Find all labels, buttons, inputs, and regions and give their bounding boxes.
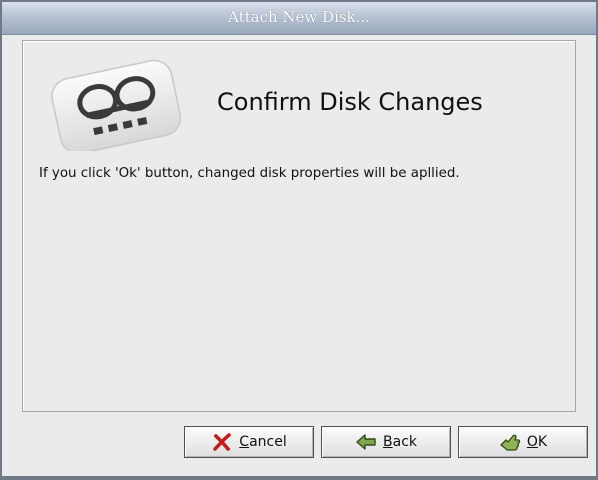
dialog-window: Attach New Disk... Confirm Disk Changes … — [0, 0, 598, 480]
cancel-label-rest: ancel — [249, 434, 287, 450]
ok-mnemonic: O — [526, 434, 538, 450]
content-panel: Confirm Disk Changes If you click 'Ok' b… — [22, 40, 576, 412]
cancel-x-icon — [211, 431, 233, 453]
ok-button[interactable]: OK — [458, 426, 588, 458]
ok-hand-icon — [499, 431, 521, 453]
back-label-rest: ack — [392, 434, 417, 450]
back-button-label: Back — [383, 434, 417, 450]
confirmation-message: If you click 'Ok' button, changed disk p… — [39, 166, 460, 181]
ok-button-label: OK — [527, 434, 547, 450]
back-mnemonic: B — [383, 434, 393, 450]
title-bar[interactable]: Attach New Disk... — [2, 2, 596, 35]
cancel-button-label: Cancel — [239, 434, 286, 450]
cancel-button[interactable]: Cancel — [184, 426, 314, 458]
page-title: Confirm Disk Changes — [217, 88, 483, 116]
window-title: Attach New Disk... — [228, 8, 370, 26]
disk-icon — [41, 51, 191, 155]
back-arrow-icon — [355, 431, 377, 453]
cancel-mnemonic: C — [239, 434, 250, 450]
ok-label-rest: K — [537, 434, 548, 450]
back-button[interactable]: Back — [321, 426, 451, 458]
